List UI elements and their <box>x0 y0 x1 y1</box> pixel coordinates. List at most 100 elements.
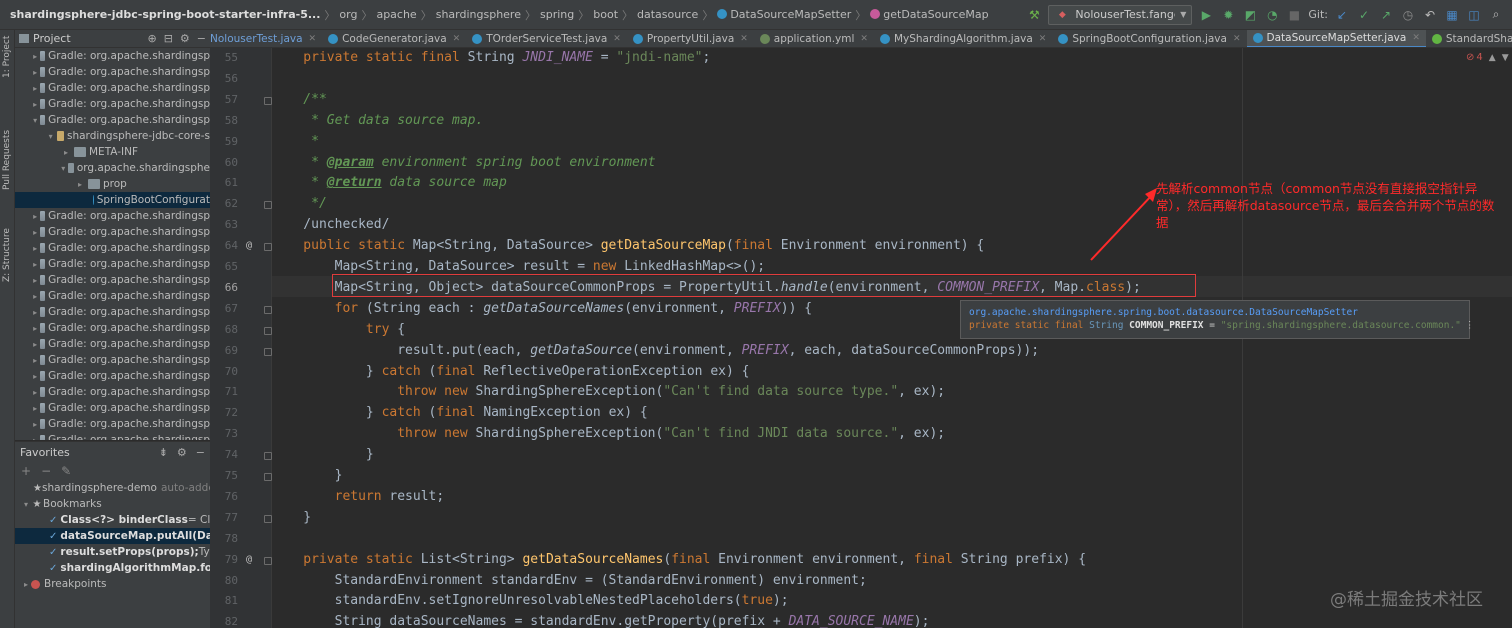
chevron-right-icon[interactable]: ▸ <box>33 52 37 61</box>
editor-tab[interactable]: PropertyUtil.java ✕ <box>627 30 754 47</box>
line-number[interactable]: 79 <box>210 553 238 566</box>
tree-node[interactable]: ▾ org.apache.shardingsphe <box>15 160 210 176</box>
fold-icon[interactable] <box>264 514 272 523</box>
editor-tab[interactable]: DataSourceMapSetter.java ✕ <box>1246 30 1426 47</box>
line-number[interactable]: 69 <box>210 344 238 357</box>
run-icon[interactable]: ▶ <box>1198 7 1214 23</box>
code-line[interactable]: private static List<String> getDataSourc… <box>272 549 1086 570</box>
line-number[interactable]: 82 <box>210 615 238 628</box>
chevron-right-icon[interactable]: ▸ <box>33 244 37 253</box>
tree-node[interactable]: ▾ shardingsphere-jdbc-core-s <box>15 128 210 144</box>
chevron-down-icon[interactable]: ▾ <box>21 500 31 509</box>
tree-node[interactable]: ▸ Gradle: org.apache.shardingsp <box>15 416 210 432</box>
line-number[interactable]: 65 <box>210 260 238 273</box>
tree-node[interactable]: ▸ Gradle: org.apache.shardingsp <box>15 288 210 304</box>
line-number[interactable]: 55 <box>210 51 238 64</box>
fold-icon[interactable] <box>264 556 272 565</box>
code-line[interactable]: * @return data source map <box>272 172 507 193</box>
chevron-down-icon[interactable]: ▾ <box>47 132 54 141</box>
breadcrumb-method[interactable]: getDataSourceMap <box>866 8 992 21</box>
line-number[interactable]: 72 <box>210 406 238 419</box>
fold-icon[interactable] <box>264 326 272 335</box>
close-icon[interactable]: ✕ <box>453 34 461 44</box>
annotation-gutter-icon[interactable]: @ <box>246 240 252 251</box>
tree-node[interactable]: ▸ Gradle: org.apache.shardingsp <box>15 64 210 80</box>
tree-node[interactable]: ▸ Gradle: org.apache.shardingsp <box>15 304 210 320</box>
chevron-right-icon[interactable]: ▸ <box>33 68 37 77</box>
chevron-right-icon[interactable]: ▸ <box>33 212 37 221</box>
code-line[interactable]: StandardEnvironment standardEnv = (Stand… <box>272 570 867 591</box>
tree-node[interactable]: ▸ Gradle: org.apache.shardingsp <box>15 208 210 224</box>
gear-icon[interactable]: ⚙ <box>180 32 190 45</box>
close-icon[interactable]: ✕ <box>1233 34 1241 44</box>
code-line[interactable]: * @param environment spring boot environ… <box>272 152 655 173</box>
close-icon[interactable]: ✕ <box>1039 34 1047 44</box>
git-push-icon[interactable]: ↗ <box>1378 7 1394 23</box>
tree-node[interactable]: ▸ prop <box>15 176 210 192</box>
editor-tab[interactable]: TOrderServiceTest.java ✕ <box>466 30 627 47</box>
code-line[interactable]: } <box>272 444 374 465</box>
code-line[interactable]: for (String each : getDataSourceNames(en… <box>272 298 812 319</box>
close-icon[interactable]: ✕ <box>860 34 868 44</box>
chevron-right-icon[interactable]: ▸ <box>33 420 37 429</box>
line-number[interactable]: 57 <box>210 93 238 106</box>
breadcrumb-item[interactable]: boot <box>589 8 622 21</box>
tree-node[interactable]: ▸ Gradle: org.apache.shardingsp <box>15 320 210 336</box>
code-line[interactable]: * <box>272 131 319 152</box>
code-line[interactable]: public static Map<String, DataSource> ge… <box>272 235 984 256</box>
editor-tab[interactable]: SpringBootConfiguration.java ✕ <box>1052 30 1246 47</box>
breadcrumb-item[interactable]: org <box>335 8 361 21</box>
line-number[interactable]: 62 <box>210 197 238 210</box>
code-line[interactable]: /unchecked/ <box>272 214 389 235</box>
bookmark-item[interactable]: ✓ dataSourceMap.putAll(Data <box>15 528 210 544</box>
breadcrumb-item[interactable]: shardingsphere <box>432 8 525 21</box>
line-number[interactable]: 61 <box>210 176 238 189</box>
tree-node[interactable]: ▸ Gradle: org.apache.shardingsp <box>15 384 210 400</box>
bookmark-item[interactable]: ✓ shardingAlgorithmMap.for <box>15 560 210 576</box>
tree-node[interactable]: ▸ Gradle: org.apache.shardingsp <box>15 432 210 440</box>
fold-icon[interactable] <box>264 305 272 314</box>
translate-icon[interactable]: ◫ <box>1466 7 1482 23</box>
chevron-right-icon[interactable]: ▸ <box>33 340 37 349</box>
code-line[interactable]: String dataSourceNames = standardEnv.get… <box>272 611 930 628</box>
inspection-counter[interactable]: ⊘ 4 ▲ ▼ <box>1466 52 1509 63</box>
code-line[interactable]: */ <box>272 193 327 214</box>
line-number[interactable]: 81 <box>210 594 238 607</box>
chevron-right-icon[interactable]: ▸ <box>33 372 37 381</box>
hide-icon[interactable]: − <box>196 446 205 459</box>
chevron-right-icon[interactable]: ▸ <box>75 180 85 189</box>
tree-node[interactable]: ▸ Gradle: org.apache.shardingsp <box>15 240 210 256</box>
editor-tab[interactable]: NolouserTest.java ✕ <box>210 30 322 47</box>
line-number[interactable]: 73 <box>210 427 238 440</box>
chevron-right-icon[interactable]: ▸ <box>33 404 37 413</box>
editor-tab[interactable]: StandardShardingAlgorithm.java✕ <box>1426 30 1512 47</box>
git-update-icon[interactable]: ↙ <box>1334 7 1350 23</box>
chevron-right-icon[interactable]: ▸ <box>61 148 71 157</box>
tree-node[interactable]: ▸ Gradle: org.apache.shardingsp <box>15 256 210 272</box>
close-icon[interactable]: ✕ <box>1412 33 1420 43</box>
chevron-right-icon[interactable]: ▸ <box>33 308 37 317</box>
collapse-all-icon[interactable]: ⊟ <box>164 32 173 45</box>
git-commit-icon[interactable]: ✓ <box>1356 7 1372 23</box>
editor-tab[interactable]: MyShardingAlgorithm.java ✕ <box>874 30 1052 47</box>
breadcrumb-class[interactable]: DataSourceMapSetter <box>713 8 855 21</box>
search-icon[interactable]: ⌕ <box>1488 7 1504 23</box>
code-line[interactable]: throw new ShardingSphereException("Can't… <box>272 423 945 444</box>
close-icon[interactable]: ✕ <box>740 34 748 44</box>
line-number[interactable]: 70 <box>210 365 238 378</box>
favorites-group[interactable]: ★shardingsphere-demoauto-added <box>15 480 210 496</box>
code-line[interactable]: throw new ShardingSphereException("Can't… <box>272 381 945 402</box>
breakpoints-group[interactable]: ▸ Breakpoints <box>15 576 210 592</box>
close-icon[interactable]: ✕ <box>309 34 317 44</box>
tree-node[interactable]: ▸ Gradle: org.apache.shardingsp <box>15 352 210 368</box>
chevron-down-icon[interactable]: ▾ <box>61 164 65 173</box>
chevron-down-icon[interactable]: ▾ <box>33 116 37 125</box>
fold-icon[interactable] <box>264 347 272 356</box>
line-number[interactable]: 58 <box>210 114 238 127</box>
chevron-right-icon[interactable]: ▸ <box>33 388 37 397</box>
close-icon[interactable]: ✕ <box>613 34 621 44</box>
gear-icon[interactable]: ⚙ <box>177 446 187 459</box>
tree-node[interactable]: ▸ META-INF <box>15 144 210 160</box>
line-number[interactable]: 74 <box>210 448 238 461</box>
chevron-right-icon[interactable]: ▸ <box>33 260 37 269</box>
